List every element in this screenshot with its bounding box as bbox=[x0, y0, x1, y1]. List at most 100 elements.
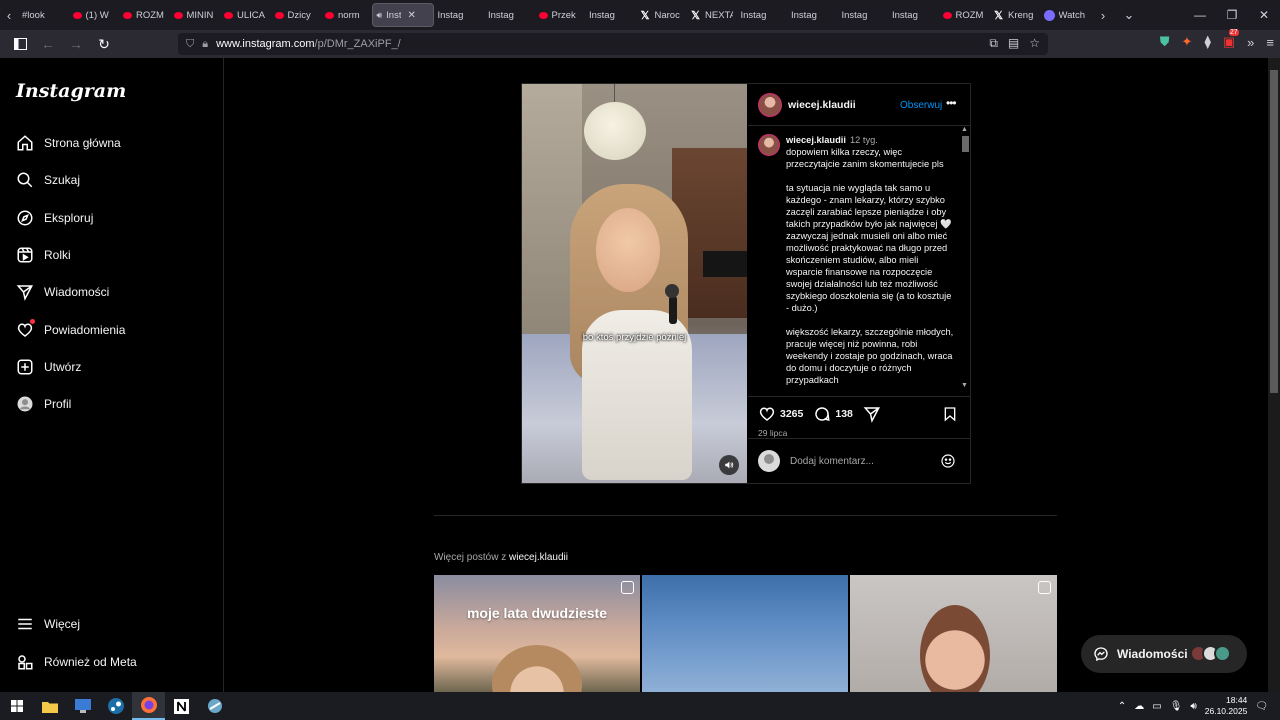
comment-icon[interactable] bbox=[813, 405, 831, 423]
browser-tab[interactable]: (1) W bbox=[69, 3, 120, 27]
extension-badge-icon[interactable]: ▣ 27 bbox=[1223, 29, 1239, 50]
post-username[interactable]: wiecej.klaudii bbox=[788, 99, 856, 111]
picture-in-picture-icon[interactable]: ⧉ bbox=[989, 36, 998, 51]
browser-tab[interactable]: ULICA bbox=[220, 3, 271, 27]
scroll-thumb[interactable] bbox=[962, 136, 969, 152]
share-icon[interactable] bbox=[863, 405, 881, 423]
steam-icon[interactable] bbox=[99, 692, 132, 720]
browser-tab[interactable]: Instag bbox=[0, 3, 1280, 692]
sidebar-item-messages[interactable]: Wiadomości bbox=[16, 277, 109, 307]
file-explorer-icon[interactable] bbox=[33, 692, 66, 720]
browser-tab[interactable]: Instag bbox=[0, 3, 1280, 692]
restore-icon[interactable]: ❐ bbox=[1216, 8, 1248, 22]
extension-fox-icon[interactable]: ✦ bbox=[1182, 34, 1193, 50]
forward-icon[interactable]: → bbox=[64, 32, 88, 56]
app-icon[interactable] bbox=[198, 692, 231, 720]
back-icon[interactable]: ← bbox=[36, 32, 60, 56]
tab-scroll-right-icon[interactable]: › bbox=[1094, 0, 1112, 30]
onedrive-icon[interactable]: ☁ bbox=[1134, 701, 1144, 712]
tab-audio-icon[interactable]: 🔊︎ bbox=[377, 10, 383, 21]
overflow-chevron-icon[interactable]: » bbox=[1247, 35, 1254, 50]
browser-tab[interactable]: 𝕏 NEXTA bbox=[686, 3, 737, 27]
page-scrollbar[interactable] bbox=[1268, 58, 1280, 692]
caption-avatar[interactable] bbox=[758, 134, 780, 156]
mute-button[interactable] bbox=[719, 455, 739, 475]
tab-label: Instag bbox=[791, 9, 817, 21]
browser-tab[interactable]: MININ bbox=[170, 3, 221, 27]
caption-scrollbar[interactable]: ▲ ▼ bbox=[960, 126, 970, 392]
extensions-puzzle-icon[interactable]: ⧫ bbox=[1204, 34, 1210, 50]
more-options-icon[interactable]: ••• bbox=[946, 96, 957, 110]
video-player[interactable]: bo ktoś przyjdzie później bbox=[522, 84, 747, 483]
browser-tab[interactable]: Instag bbox=[0, 3, 1280, 692]
instagram-logo[interactable]: Instagram bbox=[16, 80, 126, 102]
caption-username[interactable]: wiecej.klaudii bbox=[786, 135, 846, 145]
network-icon[interactable]: ▭ bbox=[1152, 701, 1161, 712]
sidebar-item-explore[interactable]: Eksploruj bbox=[16, 203, 93, 233]
browser-tab[interactable]: Instag bbox=[0, 3, 1280, 692]
scroll-up-icon[interactable]: ▲ bbox=[961, 126, 968, 133]
clock-time: 18:44 bbox=[1226, 695, 1248, 705]
tab-scroll-left-icon[interactable]: ‹ bbox=[0, 0, 18, 30]
like-count[interactable]: 3265 bbox=[780, 408, 803, 420]
browser-tab[interactable]: Dzicy bbox=[271, 3, 322, 27]
tray-chevron-icon[interactable]: ⌃ bbox=[1118, 701, 1126, 712]
sidebar-item-notifications[interactable]: Powiadomienia bbox=[16, 315, 125, 345]
minimize-icon[interactable]: — bbox=[1184, 8, 1216, 22]
browser-tab[interactable]: #look bbox=[18, 3, 69, 27]
like-heart-icon[interactable] bbox=[758, 405, 776, 423]
scroll-down-icon[interactable]: ▼ bbox=[961, 382, 968, 389]
lock-icon[interactable]: 🔒︎ bbox=[202, 38, 208, 51]
sidebar-item-home[interactable]: Strona główna bbox=[16, 128, 121, 158]
sidebar-toggle-icon[interactable] bbox=[8, 32, 32, 56]
more-posts-username[interactable]: wiecej.klaudii bbox=[509, 552, 568, 563]
remote-desktop-icon[interactable] bbox=[66, 692, 99, 720]
emoji-icon[interactable] bbox=[940, 453, 956, 469]
browser-tab[interactable]: ROZM bbox=[939, 3, 990, 27]
browser-tab[interactable]: ROZM bbox=[119, 3, 170, 27]
browser-tab[interactable]: Instag bbox=[0, 3, 1280, 692]
post-thumbnail[interactable]: moje lata dwudzieste bbox=[434, 575, 640, 692]
bookmark-icon[interactable] bbox=[942, 405, 958, 423]
messages-pill[interactable]: Wiadomości bbox=[1081, 635, 1247, 673]
firefox-icon[interactable] bbox=[132, 692, 165, 720]
close-window-icon[interactable]: ✕ bbox=[1248, 8, 1280, 22]
post-details-pane: wiecej.klaudii Obserwuj ••• wiecej.klaud… bbox=[748, 84, 970, 483]
follow-button[interactable]: Obserwuj bbox=[900, 100, 942, 111]
sidebar-item-profile[interactable]: Profil bbox=[16, 389, 71, 419]
sidebar-item-reels[interactable]: Rolki bbox=[16, 240, 71, 270]
browser-tab[interactable]: Instag bbox=[0, 3, 1280, 692]
browser-tab[interactable]: norm bbox=[321, 3, 372, 27]
shield-icon[interactable]: ⛉ bbox=[186, 38, 194, 51]
reader-view-icon[interactable]: ▤ bbox=[1008, 36, 1019, 51]
tab-list-chevron-icon[interactable]: ⌄ bbox=[1120, 0, 1138, 30]
vpn-shield-icon[interactable]: ⛊ bbox=[1160, 34, 1170, 50]
comment-count[interactable]: 138 bbox=[835, 408, 853, 420]
hamburger-menu-icon[interactable]: ≡ bbox=[1266, 35, 1274, 50]
avatar[interactable] bbox=[758, 92, 782, 117]
reload-icon[interactable]: ↻ bbox=[92, 32, 116, 56]
browser-tab[interactable]: Watch bbox=[1040, 3, 1091, 27]
start-windows-icon[interactable] bbox=[0, 692, 33, 720]
volume-icon[interactable]: 🔊︎ bbox=[1190, 701, 1196, 712]
post-thumbnail[interactable] bbox=[642, 575, 848, 692]
post-thumbnail[interactable] bbox=[850, 575, 1057, 692]
bookmark-star-icon[interactable]: ☆ bbox=[1029, 36, 1040, 51]
scroll-thumb[interactable] bbox=[1270, 70, 1278, 393]
url-bar[interactable]: ⛉ 🔒︎ www.instagram.com/p/DMr_ZAXiPF_/ ⧉ … bbox=[178, 33, 1048, 55]
browser-tab[interactable]: Przek bbox=[535, 3, 586, 27]
browser-tab[interactable]: Instag bbox=[0, 3, 1280, 692]
comment-input[interactable]: Dodaj komentarz... bbox=[790, 456, 874, 467]
microphone-icon[interactable]: 🎙︎ bbox=[1170, 701, 1183, 712]
sidebar-item-create[interactable]: Utwórz bbox=[16, 352, 81, 382]
browser-tab[interactable]: 𝕏 Kreng bbox=[989, 3, 1040, 27]
browser-tab[interactable]: 𝕏 Naroc bbox=[636, 3, 687, 27]
clock[interactable]: 18:44 26.10.2025 bbox=[1205, 695, 1248, 717]
browser-tab[interactable]: 🔊︎ Inst ✕ bbox=[0, 3, 1280, 692]
tab-close-icon[interactable]: ✕ bbox=[407, 10, 415, 21]
sidebar-item-meta[interactable]: Również od Meta bbox=[16, 647, 137, 677]
sidebar-item-search[interactable]: Szukaj bbox=[16, 165, 80, 195]
notifications-icon[interactable]: 🗨︎ bbox=[1255, 701, 1268, 712]
sidebar-item-more[interactable]: Więcej bbox=[16, 609, 80, 639]
notion-icon[interactable] bbox=[165, 692, 198, 720]
